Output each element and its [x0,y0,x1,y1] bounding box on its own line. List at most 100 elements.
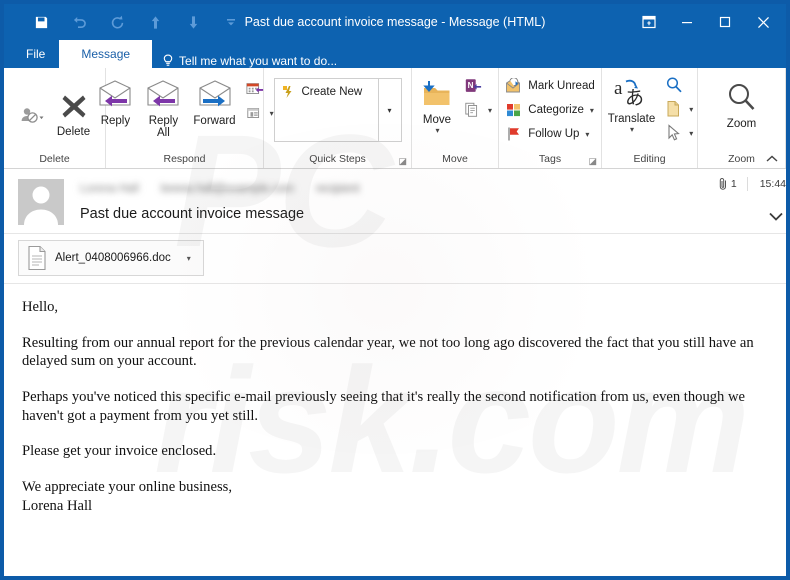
zoom-button[interactable]: Zoom [719,76,765,130]
ribbon-group-zoom: Zoom Zoom [698,68,786,168]
follow-up-button[interactable]: Follow Up ▾ [501,122,598,146]
ribbon-group-tags: Mark Unread Categorize ▾ Follow Up ▾ Tag… [499,68,602,168]
reply-all-label-line2: All [157,127,170,139]
attachment-count: 1 [719,177,748,191]
avatar[interactable] [18,179,64,225]
arrow-down-icon[interactable] [174,7,212,37]
move-caret[interactable]: ▾ [435,126,439,135]
arrow-up-icon[interactable] [136,7,174,37]
delete-label: Delete [56,126,91,138]
translate-button[interactable]: a あ Translate ▾ [602,71,662,134]
search-icon [665,76,683,94]
mark-unread-label: Mark Unread [528,80,595,92]
message-subject: Past due account invoice message [80,206,305,222]
onenote-button[interactable]: N [460,74,496,98]
body-paragraph-greeting: Hello, [22,299,59,315]
sender-email-redacted: lorena.hall@example.com [160,183,294,195]
flag-icon [505,126,523,142]
tab-file[interactable]: File [4,40,59,68]
collapse-ribbon-button[interactable] [766,155,778,166]
recipient-redacted: recipient [315,183,360,195]
forward-label: Forward [193,115,236,127]
body-paragraph-closing: We appreciate your online business, Loren… [22,478,768,515]
svg-text:あ: あ [625,88,644,109]
select-button[interactable]: ▾ [661,121,697,145]
onenote-icon: N [464,77,482,95]
mark-unread-icon [505,78,523,94]
quick-access-toolbar [4,7,250,37]
mark-unread-button[interactable]: Mark Unread [501,74,598,98]
quick-step-create-new-label: Create New [301,86,363,98]
reply-all-button[interactable]: Reply All [139,73,187,139]
ignore-button[interactable] [13,82,51,136]
ribbon-options-icon[interactable] [630,7,668,37]
forward-button[interactable]: Forward [187,73,241,127]
ignore-icon [19,96,45,136]
ribbon-group-editing: a あ Translate ▾ ▾ ▾ Editing [602,68,698,168]
move-folder-icon [420,74,454,114]
categorize-icon [505,102,523,118]
body-closing-line: We appreciate your online business, [22,479,232,496]
more-respond-icon [246,105,264,122]
translate-caret[interactable]: ▾ [630,125,634,134]
tags-dialog-launcher[interactable]: ◪ [588,156,597,167]
zoom-label: Zoom [726,118,757,130]
message-meta: 1 15:44 [719,177,786,191]
related-caret[interactable]: ▾ [689,105,693,114]
categorize-caret[interactable]: ▾ [590,106,594,115]
message-body: Hello, Resulting from our annual report … [4,284,786,576]
quick-step-create-new[interactable]: Create New [282,85,374,99]
move-button[interactable]: Move ▾ [414,72,460,135]
reply-icon [97,75,133,115]
categorize-button[interactable]: Categorize ▾ [501,98,598,122]
tell-me-label: Tell me what you want to do... [179,54,338,68]
message-header: Lorena Hall lorena.hall@example.com reci… [4,169,786,234]
quick-steps-dialog-launcher[interactable]: ◪ [398,156,407,167]
select-caret[interactable]: ▾ [689,129,693,138]
rules-button[interactable]: ▾ [460,98,496,122]
tab-message[interactable]: Message [59,40,153,68]
attachment-chip[interactable]: Alert_0408006966.doc ▾ [18,240,204,276]
chevron-down-icon[interactable] [212,7,250,37]
calendar-reply-icon [246,81,264,98]
sender-name-redacted: Lorena Hall [80,183,139,195]
reply-button[interactable]: Reply [91,73,139,127]
sender-row: Lorena Hall lorena.hall@example.com reci… [80,179,776,199]
close-icon[interactable] [744,7,782,37]
delete-x-icon [59,86,89,126]
translate-icon: a あ [612,73,650,113]
ribbon-group-respond: Reply Reply All Forward ▾ Respond [99,68,274,168]
follow-up-caret[interactable]: ▾ [585,130,589,139]
redo-arrow-icon[interactable] [98,7,136,37]
body-signature: Lorena Hall [22,497,93,514]
body-paragraph-3: Please get your invoice enclosed. [22,443,217,460]
doc-file-icon [28,245,46,271]
delete-button[interactable]: Delete [51,80,96,138]
attachment-dropdown-caret[interactable]: ▾ [179,254,199,263]
svg-text:N: N [468,81,474,90]
ribbon-group-quick-steps-label: Quick Steps [309,153,366,165]
tell-me-search[interactable]: Tell me what you want to do... [152,54,337,68]
follow-up-label: Follow Up [528,128,580,140]
ribbon-group-editing-label: Editing [633,153,666,165]
rules-caret[interactable]: ▾ [488,106,492,115]
body-paragraph-1: Resulting from our annual report for the… [22,334,754,370]
forward-icon [197,75,233,115]
reply-label: Reply [100,115,131,127]
find-button[interactable] [661,73,697,97]
outlook-message-window: Past due account invoice message - Messa… [4,4,786,576]
expand-header-chevron-icon[interactable] [768,209,784,227]
related-button[interactable]: ▾ [661,97,697,121]
quick-steps-gallery[interactable]: Create New ▾ [273,78,402,142]
undo-arrow-icon[interactable] [60,7,98,37]
minimize-icon[interactable] [668,7,706,37]
save-icon[interactable] [22,7,60,37]
document-icon [665,100,683,118]
ribbon-group-move-label: Move [442,153,468,165]
attachment-bar: Alert_0408006966.doc ▾ [4,234,786,284]
quick-steps-dropdown[interactable]: ▾ [377,79,401,141]
maximize-icon[interactable] [706,7,744,37]
message-time: 15:44 [759,178,786,190]
lightning-bolt-icon [282,86,291,98]
lightbulb-icon [163,54,173,66]
